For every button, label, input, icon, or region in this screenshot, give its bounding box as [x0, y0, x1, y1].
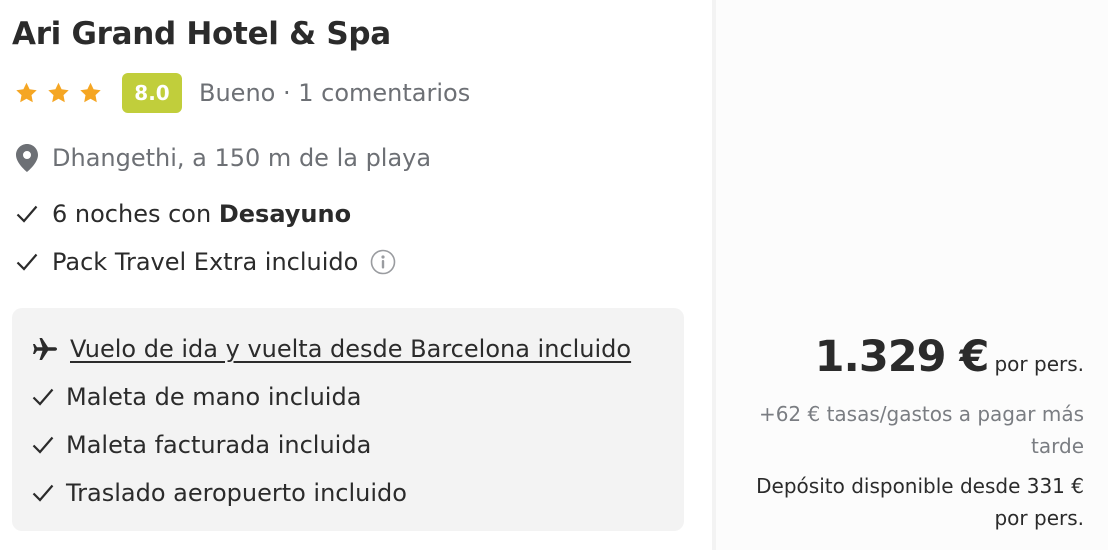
flight-row: Vuelo de ida y vuelta desde Barcelona in…	[32, 332, 631, 366]
board-type: Desayuno	[218, 200, 352, 228]
transfer-text: Traslado aeropuerto incluido	[66, 479, 407, 507]
location-row: Dhangethi, a 150 m de la playa	[16, 140, 431, 176]
star-icon	[16, 82, 37, 103]
check-icon	[32, 388, 54, 406]
hotel-card-main: Ari Grand Hotel & Spa 8.0 Bueno · 1 come…	[0, 0, 712, 550]
rating-row: 8.0 Bueno · 1 comentarios	[14, 72, 470, 114]
pack-text: Pack Travel Extra incluido	[52, 248, 359, 276]
flight-item: Maleta de mano incluida	[32, 380, 361, 414]
check-icon	[16, 205, 38, 223]
location-text: Dhangethi, a 150 m de la playa	[52, 144, 432, 172]
feature-nights: 6 noches con Desayuno	[16, 197, 351, 231]
feature-pack: Pack Travel Extra incluido	[16, 245, 396, 279]
checked-bag-text: Maleta facturada incluida	[66, 431, 372, 459]
taxes-note: +62 € tasas/gastos a pagar más tarde	[758, 402, 1084, 458]
flight-item: Traslado aeropuerto incluido	[32, 476, 407, 510]
check-icon	[16, 253, 38, 271]
info-icon[interactable]	[370, 249, 396, 275]
check-icon	[32, 436, 54, 454]
plane-icon	[33, 338, 57, 360]
price-panel: 1.329 € por pers. +62 € tasas/gastos a p…	[716, 0, 1108, 550]
reviews-summary[interactable]: Bueno · 1 comentarios	[199, 79, 470, 107]
star-icon	[80, 82, 101, 103]
flight-box: Vuelo de ida y vuelta desde Barcelona in…	[12, 308, 684, 531]
price-value: 1.329 €	[814, 332, 990, 382]
hotel-name[interactable]: Ari Grand Hotel & Spa	[12, 16, 391, 52]
carry-on-text: Maleta de mano incluida	[66, 383, 362, 411]
score-badge: 8.0	[122, 73, 182, 113]
map-pin-icon	[16, 144, 38, 172]
price-per-person: por pers.	[994, 352, 1084, 376]
price-row: 1.329 € por pers.	[815, 332, 1084, 382]
star-icon	[48, 82, 69, 103]
deposit-note: Depósito disponible desde 331 € por pers…	[756, 474, 1084, 530]
flight-link[interactable]: Vuelo de ida y vuelta desde Barcelona in…	[70, 335, 631, 363]
check-icon	[32, 484, 54, 502]
nights-text: 6 noches con	[52, 200, 219, 228]
flight-item: Maleta facturada incluida	[32, 428, 371, 462]
